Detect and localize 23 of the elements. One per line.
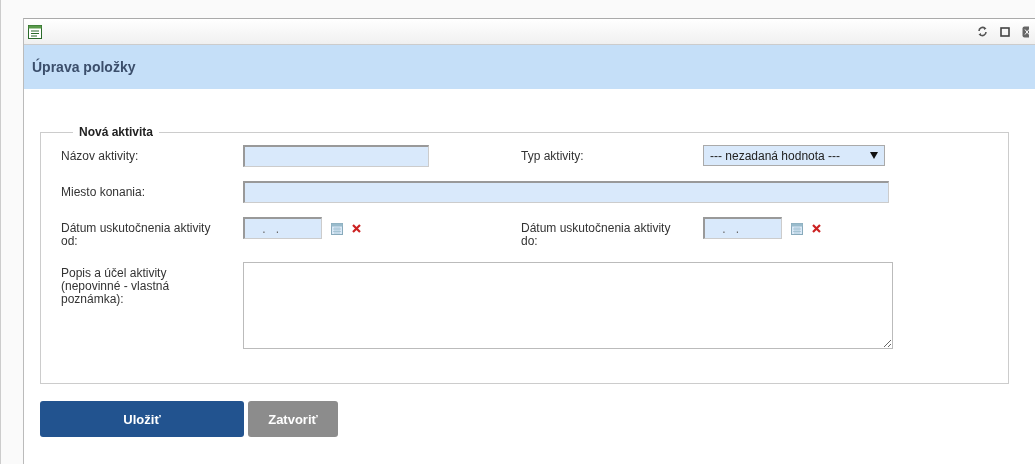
date-field[interactable]: . . bbox=[703, 217, 782, 239]
field-label: Dátum uskutočnenia aktivity od: bbox=[61, 220, 212, 248]
dialog-title: Úprava položky bbox=[32, 59, 136, 75]
description-field[interactable] bbox=[243, 262, 893, 349]
clear-icon[interactable] bbox=[812, 223, 821, 233]
field-label: Názov aktivity: bbox=[61, 148, 140, 163]
clear-icon[interactable] bbox=[352, 223, 361, 233]
caret-icon bbox=[870, 152, 878, 159]
field-label: Dátum uskutočnenia aktivity do: bbox=[521, 220, 672, 248]
date-field[interactable]: . . bbox=[243, 217, 322, 239]
type-dropdown[interactable]: --- nezadaná hodnota --- bbox=[703, 145, 885, 166]
field-label: Miesto konania: bbox=[61, 184, 147, 199]
section-title: Nová aktivita bbox=[78, 125, 155, 139]
field-label: Typ aktivity: bbox=[521, 148, 585, 163]
window-icon bbox=[28, 24, 42, 39]
close-button[interactable]: Zatvoriť bbox=[248, 401, 338, 437]
input-field[interactable] bbox=[243, 181, 889, 203]
refresh-icon[interactable] bbox=[977, 26, 988, 37]
close-icon[interactable] bbox=[1022, 25, 1029, 38]
maximize-icon[interactable] bbox=[1000, 26, 1010, 37]
input-field[interactable] bbox=[243, 145, 429, 167]
save-button[interactable]: Uložiť bbox=[40, 401, 244, 437]
field-label: Popis a účel aktivity (nepovinné - vlastná poznámka): bbox=[61, 265, 171, 306]
